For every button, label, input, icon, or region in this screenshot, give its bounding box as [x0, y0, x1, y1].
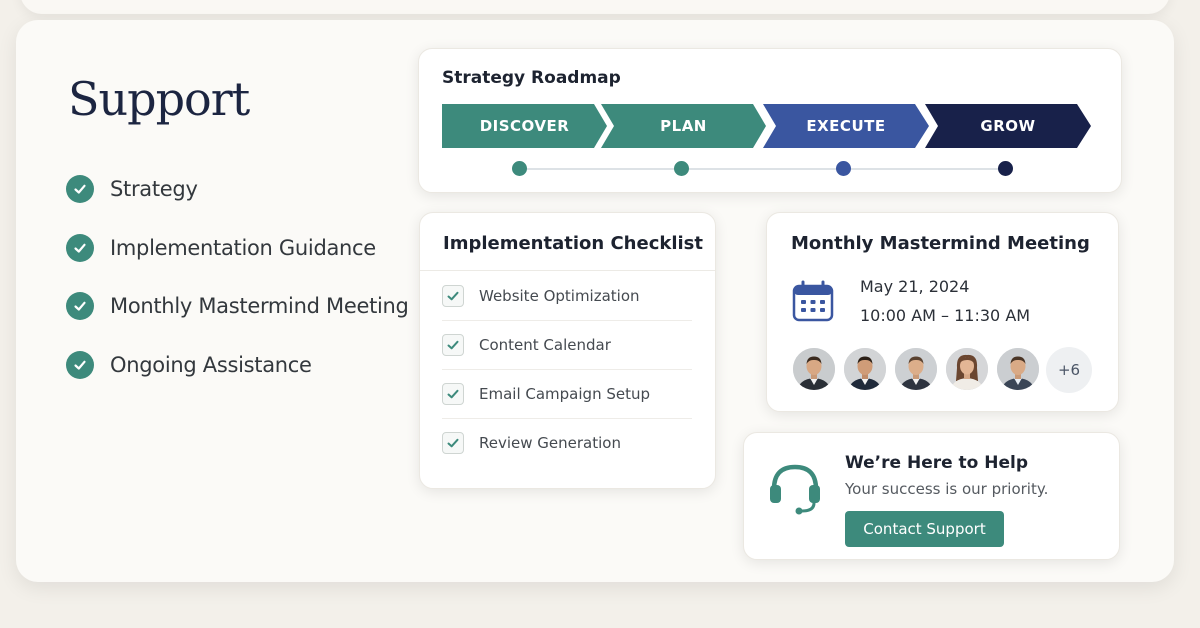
help-panel: We’re Here to Help Your success is our p…	[743, 432, 1120, 560]
checklist-item-label: Email Campaign Setup	[479, 384, 650, 403]
checklist-item[interactable]: Content Calendar	[442, 320, 692, 370]
roadmap-step-plan[interactable]: PLAN	[601, 104, 766, 148]
feature-item-monthly-mastermind: Monthly Mastermind Meeting	[66, 277, 409, 336]
roadmap-step-execute[interactable]: EXECUTE	[763, 104, 929, 148]
implementation-checklist-panel: Implementation Checklist Website Optimiz…	[419, 212, 716, 489]
checklist-item[interactable]: Website Optimization	[442, 271, 692, 321]
check-circle-icon	[66, 292, 94, 321]
checklist-item-label: Review Generation	[479, 433, 621, 452]
check-circle-icon	[66, 175, 94, 204]
checklist-title: Implementation Checklist	[443, 233, 703, 254]
page-title: Support	[68, 72, 250, 126]
check-circle-icon	[66, 233, 94, 262]
roadmap-dot-grow	[998, 161, 1013, 176]
feature-label: Monthly Mastermind Meeting	[110, 294, 409, 319]
avatar[interactable]	[842, 346, 888, 392]
feature-label: Implementation Guidance	[110, 235, 376, 260]
roadmap-step-discover[interactable]: DISCOVER	[442, 104, 607, 148]
checklist-item[interactable]: Review Generation	[442, 418, 692, 467]
avatar[interactable]	[791, 346, 837, 392]
meeting-time: 10:00 AM – 11:30 AM	[860, 306, 1031, 325]
feature-item-ongoing-assistance: Ongoing Assistance	[66, 336, 409, 395]
roadmap-timeline-line	[519, 168, 1006, 170]
calendar-icon	[791, 279, 835, 327]
checkbox-checked-icon[interactable]	[442, 333, 464, 356]
checklist-item-label: Website Optimization	[479, 286, 640, 305]
avatar[interactable]	[893, 346, 939, 392]
roadmap-step-grow[interactable]: GROW	[925, 104, 1091, 148]
strategy-roadmap-panel: Strategy Roadmap DISCOVER PLAN EXECUTE G…	[418, 48, 1122, 193]
roadmap-title: Strategy Roadmap	[442, 68, 621, 88]
background-card-edge	[20, 0, 1170, 14]
roadmap-dot-plan	[674, 161, 689, 176]
meeting-panel: Monthly Mastermind Meeting May 21, 2024 …	[766, 212, 1119, 412]
roadmap-dot-execute	[836, 161, 851, 176]
meeting-title: Monthly Mastermind Meeting	[791, 233, 1090, 254]
checklist-item[interactable]: Email Campaign Setup	[442, 369, 692, 419]
feature-label: Ongoing Assistance	[110, 352, 312, 377]
roadmap-dot-discover	[512, 161, 527, 176]
help-subtitle: Your success is our priority.	[845, 480, 1049, 498]
feature-item-strategy: Strategy	[66, 160, 409, 219]
help-title: We’re Here to Help	[845, 453, 1029, 473]
checkbox-checked-icon[interactable]	[442, 431, 464, 454]
contact-support-button[interactable]: Contact Support	[845, 511, 1004, 547]
checkbox-checked-icon[interactable]	[442, 284, 464, 307]
headset-icon	[766, 459, 824, 521]
check-circle-icon	[66, 350, 94, 379]
checkbox-checked-icon[interactable]	[442, 382, 464, 405]
more-attendees-badge[interactable]: +6	[1046, 347, 1092, 393]
avatar[interactable]	[995, 346, 1041, 392]
feature-list: Strategy Implementation Guidance Monthly…	[66, 160, 409, 394]
checklist-item-label: Content Calendar	[479, 335, 611, 354]
meeting-date: May 21, 2024	[860, 277, 970, 296]
feature-label: Strategy	[110, 177, 198, 202]
feature-item-implementation-guidance: Implementation Guidance	[66, 219, 409, 278]
avatar[interactable]	[944, 346, 990, 392]
